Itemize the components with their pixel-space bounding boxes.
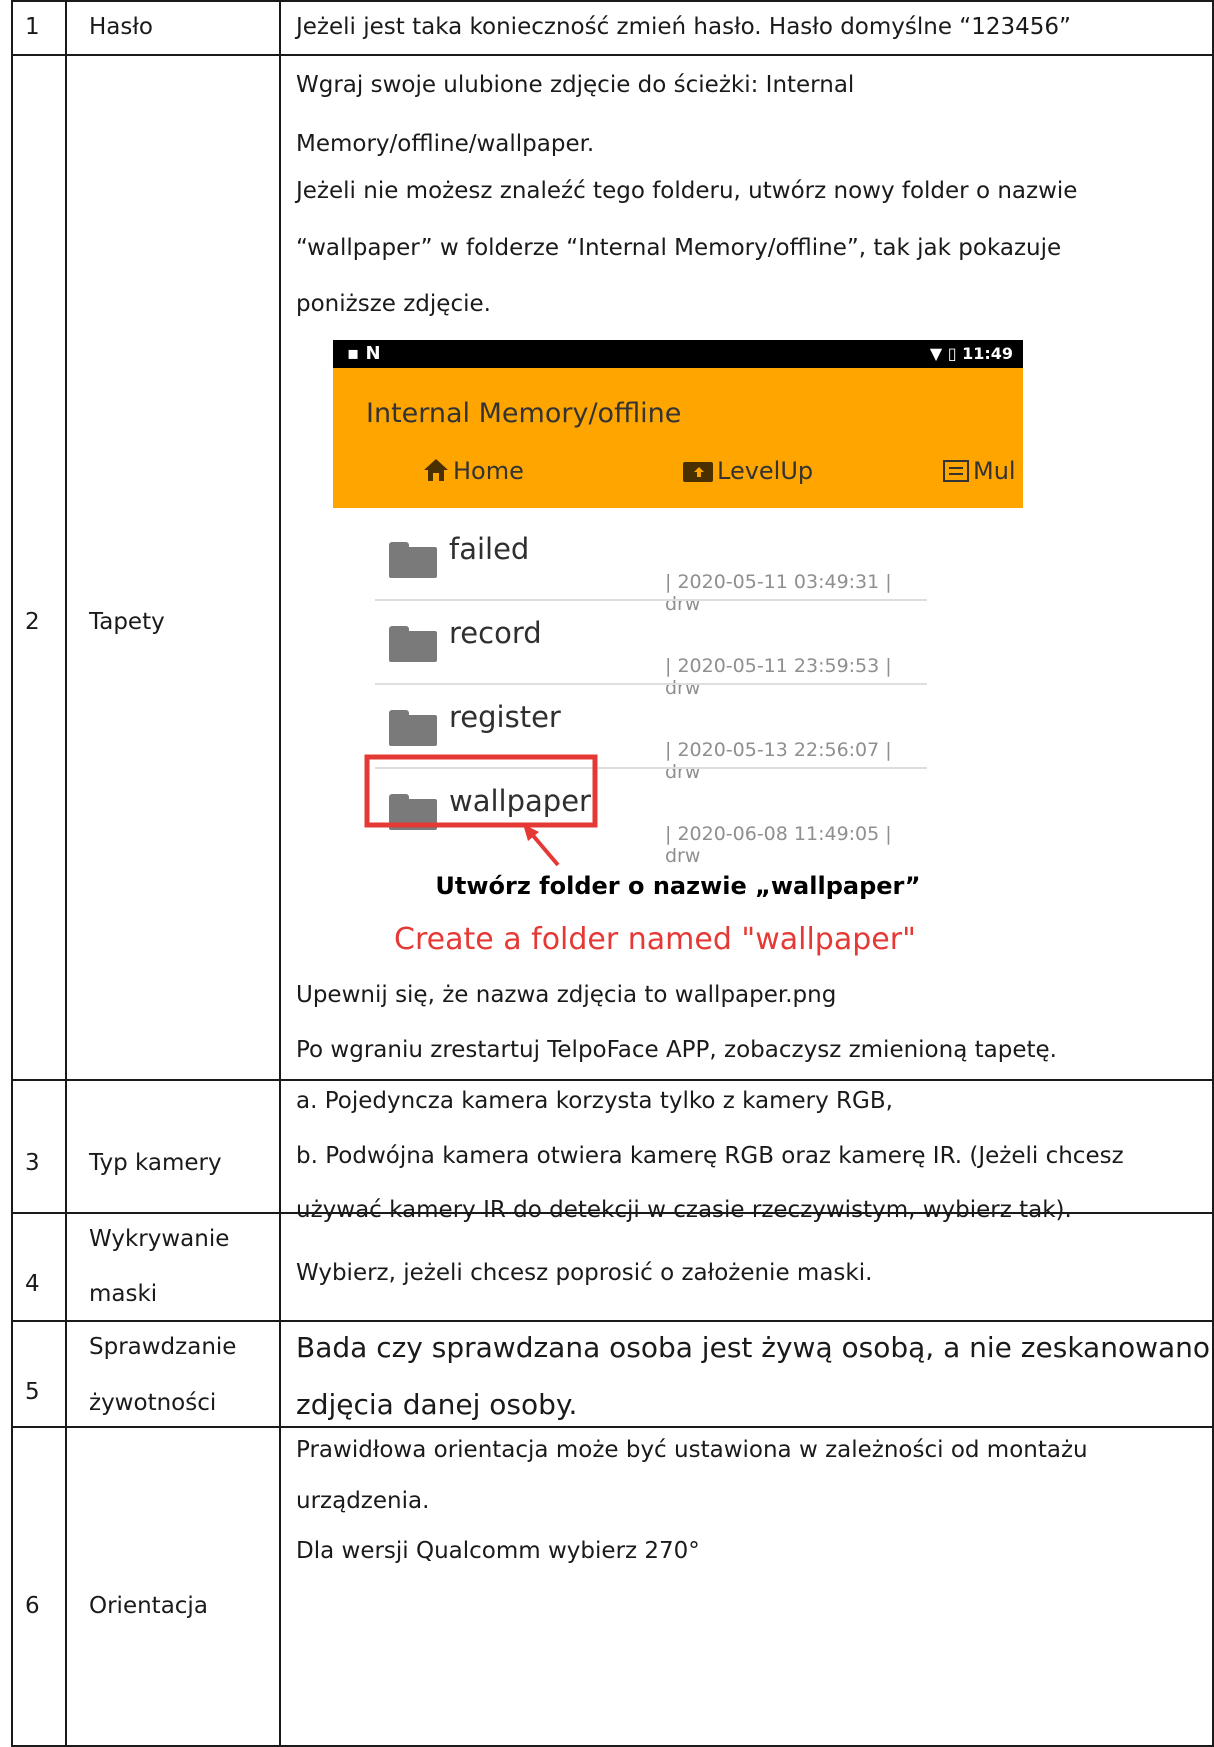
row-label-line: Sprawdzanie <box>89 1334 237 1360</box>
column-divider <box>65 0 67 1747</box>
row-description-line: Bada czy sprawdzana osoba jest żywą osob… <box>296 1331 1211 1364</box>
row-description-line: Jeżeli nie możesz znaleźć tego folderu, … <box>296 178 1078 204</box>
row-label-line: maski <box>89 1281 158 1307</box>
row-label: Orientacja <box>89 1593 208 1619</box>
column-divider <box>279 0 281 1747</box>
caption-english: Create a folder named "wallpaper" <box>394 922 916 957</box>
row-description-line: Wgraj swoje ulubione zdjęcie do ścieżki:… <box>296 72 855 98</box>
row-label: Tapety <box>89 609 165 635</box>
row-divider <box>11 1426 1214 1428</box>
row-description-line: poniższe zdjęcie. <box>296 291 491 317</box>
row-label-line: Wykrywanie <box>89 1226 230 1252</box>
row-description-line: urządzenia. <box>296 1488 430 1514</box>
row-number: 3 <box>25 1150 40 1176</box>
row-description-line: b. Podwójna kamera otwiera kamerę RGB or… <box>296 1143 1124 1169</box>
row-label: Hasło <box>89 14 153 40</box>
column-divider <box>11 0 13 1747</box>
row-description-line: Prawidłowa orientacja może być ustawiona… <box>296 1437 1088 1463</box>
row-number: 6 <box>25 1593 40 1619</box>
row-description: Jeżeli jest taka konieczność zmień hasło… <box>296 14 1071 40</box>
row-description-line: zdjęcia danej osoby. <box>296 1388 578 1421</box>
row-description-line: “wallpaper” w folderze “Internal Memory/… <box>296 235 1062 261</box>
highlight-overlay <box>364 754 598 867</box>
row-description-line: Upewnij się, że nazwa zdjęcia to wallpap… <box>296 982 837 1008</box>
file-manager-screenshot: ▪ N ▼ ▯ 11:49 Internal Memory/offline Ho… <box>333 340 1023 900</box>
settings-table: 1 Hasło Jeżeli jest taka konieczność zmi… <box>11 0 1214 1747</box>
row-description: Wybierz, jeżeli chcesz poprosić o założe… <box>296 1260 873 1286</box>
row-divider <box>11 1079 1214 1081</box>
row-description-line: a. Pojedyncza kamera korzysta tylko z ka… <box>296 1088 893 1114</box>
row-divider <box>11 0 1214 2</box>
row-number: 5 <box>25 1379 40 1405</box>
row-number: 2 <box>25 609 40 635</box>
row-description-line: Po wgraniu zrestartuj TelpoFace APP, zob… <box>296 1037 1057 1063</box>
row-description-line: Memory/offline/wallpaper. <box>296 131 595 157</box>
row-label-line: żywotności <box>89 1390 217 1416</box>
row-number: 1 <box>25 14 40 40</box>
row-description-line: Dla wersji Qualcomm wybierz 270° <box>296 1538 700 1564</box>
row-label: Typ kamery <box>89 1150 222 1176</box>
row-divider <box>11 1320 1214 1322</box>
row-divider <box>11 54 1214 56</box>
caption-polish: Utwórz folder o nazwie „wallpaper” <box>435 872 921 900</box>
row-description-line: używać kamery IR do detekcji w czasie rz… <box>296 1197 1072 1223</box>
row-number: 4 <box>25 1271 40 1297</box>
